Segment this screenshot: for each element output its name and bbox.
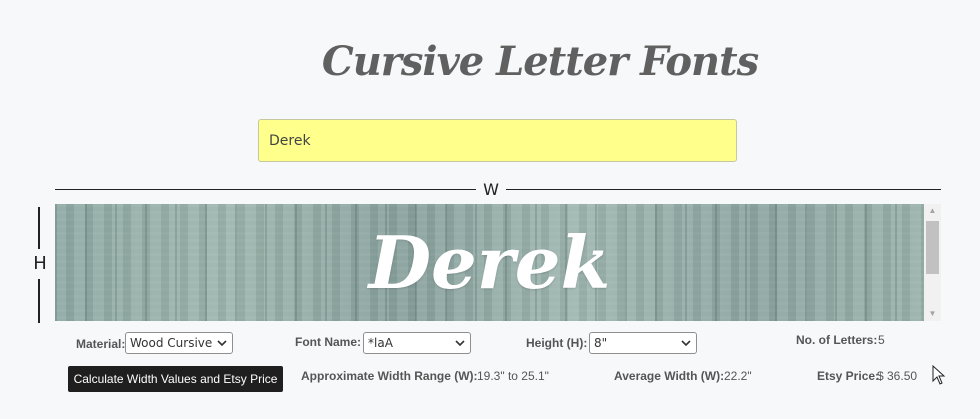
chevron-down-icon <box>455 340 465 347</box>
width-label: W <box>483 180 499 199</box>
average-width-label: Average Width (W): <box>614 369 725 383</box>
etsy-price-value: $ 36.50 <box>877 369 918 383</box>
material-select[interactable]: Wood Cursive <box>125 332 233 354</box>
chevron-down-icon <box>681 340 691 347</box>
material-select-value: Wood Cursive <box>130 336 213 350</box>
chevron-down-icon <box>217 340 227 347</box>
height-rule-bottom <box>38 279 40 323</box>
scroll-down-arrow-icon[interactable]: ▼ <box>924 307 941 321</box>
height-rule-top <box>38 207 40 249</box>
height-select[interactable]: 8" <box>589 332 697 354</box>
preview-scrollbar[interactable]: ▲ ▼ <box>924 204 941 321</box>
width-rule-left <box>55 189 476 190</box>
scroll-thumb[interactable] <box>926 221 939 274</box>
width-range-value: 19.3" to 25.1" <box>477 369 549 383</box>
preview-text: Derek <box>368 220 611 305</box>
calculate-button[interactable]: Calculate Width Values and Etsy Price <box>68 366 283 392</box>
letters-count-label: No. of Letters: <box>796 333 878 347</box>
material-label: Material: <box>76 337 126 351</box>
name-input[interactable] <box>258 119 737 162</box>
page-title: Cursive Letter Fonts <box>321 38 759 85</box>
mouse-cursor-icon <box>932 365 946 385</box>
height-label: H <box>33 253 47 274</box>
font-name-select[interactable]: *laA <box>363 332 471 354</box>
average-width-value: 22.2" <box>724 369 752 383</box>
etsy-price-label: Etsy Price: <box>817 369 880 383</box>
font-name-select-value: *laA <box>368 336 393 350</box>
height-select-value: 8" <box>594 336 608 350</box>
sign-preview: Derek ▲ ▼ <box>55 204 941 321</box>
font-name-label: Font Name: <box>295 335 361 349</box>
width-rule-right <box>506 189 941 190</box>
letters-count-value: 5 <box>878 333 885 347</box>
width-range-label: Approximate Width Range (W): <box>301 369 478 383</box>
height-field-label: Height (H): <box>526 336 588 350</box>
scroll-up-arrow-icon[interactable]: ▲ <box>924 204 941 218</box>
